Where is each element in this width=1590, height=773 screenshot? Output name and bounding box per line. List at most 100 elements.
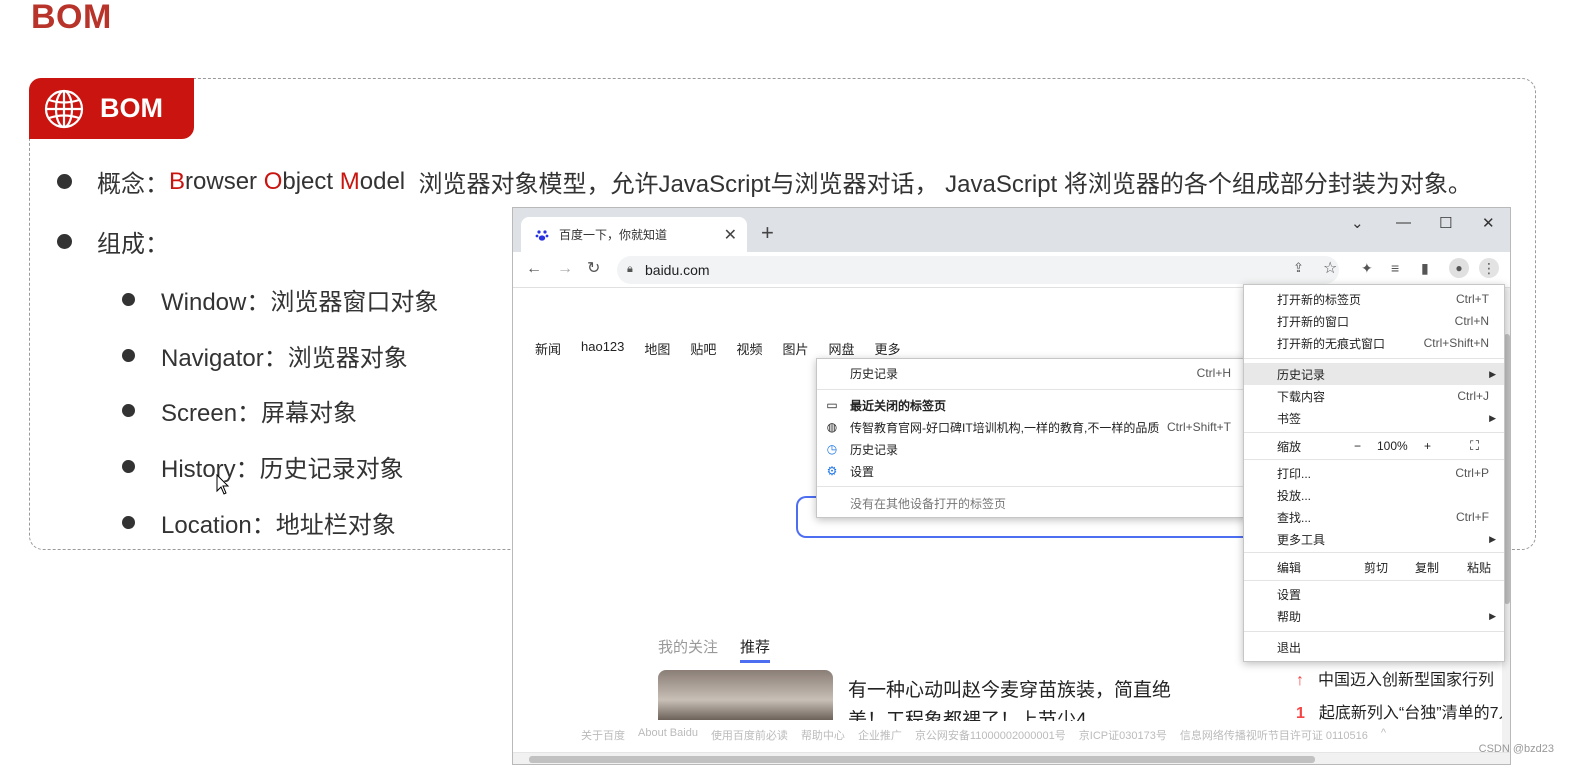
- bullet-dot: [122, 293, 135, 306]
- section-tab: BOM: [29, 78, 194, 139]
- cut-button[interactable]: 剪切: [1364, 559, 1388, 576]
- footer-link[interactable]: 京ICP证030173号: [1079, 727, 1167, 743]
- star-icon[interactable]: ☆: [1323, 261, 1337, 277]
- share-icon[interactable]: ⇪: [1293, 261, 1304, 274]
- concept-letter-o: O: [263, 167, 283, 195]
- minimize-button[interactable]: —: [1396, 214, 1411, 231]
- tab-search-icon[interactable]: ⌄: [1351, 214, 1364, 232]
- component-screen: Screen：屏幕对象: [161, 400, 358, 427]
- profile-icon[interactable]: ●: [1449, 258, 1469, 278]
- menu-item-more-tools[interactable]: 更多工具 ▶: [1244, 528, 1504, 550]
- concept-bullet: 概念： Browser Object Model 浏览器对象模型，允许JavaSc…: [57, 164, 1472, 199]
- menu-item-history[interactable]: 历史记录 ▶: [1244, 363, 1504, 385]
- close-tab-icon[interactable]: ✕: [724, 225, 737, 245]
- menu-separator: [817, 389, 1246, 390]
- submenu-arrow-icon: ▶: [1489, 610, 1496, 621]
- menu-icon[interactable]: ⋮: [1479, 258, 1499, 278]
- menu-item-exit[interactable]: 退出: [1244, 636, 1504, 658]
- extensions-icon[interactable]: ✦: [1361, 261, 1373, 275]
- history-entry-shortcut: Ctrl+Shift+T: [1166, 420, 1231, 434]
- footer-link[interactable]: About Baidu: [638, 727, 698, 743]
- menu-separator: [1244, 580, 1504, 581]
- paste-button[interactable]: 粘贴: [1467, 559, 1491, 576]
- section-label: BOM: [100, 93, 163, 123]
- reload-icon[interactable]: ↻: [587, 261, 600, 277]
- nav-news[interactable]: 新闻: [535, 339, 561, 358]
- window-icon: ▭: [826, 398, 838, 412]
- history-submenu: 历史记录 Ctrl+H ▭ 最近关闭的标签页 ◍ 传智教育官网-好口碑IT培训机…: [816, 358, 1247, 518]
- history-entry[interactable]: ◷ 历史记录: [817, 438, 1246, 460]
- history-entry[interactable]: ◍ 传智教育官网-好口碑IT培训机构,一样的教育,不一样的品质 Ctrl+Shi…: [817, 416, 1246, 438]
- lock-icon: 🔒︎: [627, 263, 633, 275]
- history-entry[interactable]: ⚙ 设置: [817, 460, 1246, 482]
- concept-word-odel: odel: [359, 167, 406, 195]
- concept-description: 浏览器对象模型，允许JavaScript与浏览器对话， JavaScript 将…: [405, 171, 1472, 198]
- submenu-arrow-icon: ▶: [1489, 533, 1496, 544]
- history-header-item[interactable]: 历史记录 Ctrl+H: [817, 362, 1246, 384]
- nav-images[interactable]: 图片: [782, 339, 808, 358]
- chevron-up-icon[interactable]: ^: [1381, 727, 1386, 743]
- news-thumbnail[interactable]: [658, 670, 833, 720]
- menu-item-help[interactable]: 帮助 ▶: [1244, 605, 1504, 627]
- menu-item-settings[interactable]: 设置: [1244, 583, 1504, 605]
- component-item: Navigator：浏览器对象: [122, 338, 408, 373]
- menu-item-print[interactable]: 打印... Ctrl+P: [1244, 462, 1504, 484]
- component-location: Location：地址栏对象: [161, 512, 396, 539]
- nav-video[interactable]: 视频: [736, 339, 762, 358]
- reading-list-icon[interactable]: ≡: [1391, 261, 1399, 275]
- nav-map[interactable]: 地图: [644, 339, 670, 358]
- footer-link[interactable]: 帮助中心: [801, 727, 845, 743]
- menu-item-incognito[interactable]: 打开新的无痕式窗口 Ctrl+Shift+N: [1244, 332, 1504, 354]
- nav-hao123[interactable]: hao123: [581, 339, 624, 358]
- hot-item[interactable]: 1 起底新列入“台独”清单的7人: [1296, 699, 1510, 723]
- forward-icon[interactable]: →: [557, 261, 573, 277]
- concept-letter-b: B: [169, 167, 186, 195]
- menu-separator: [817, 486, 1246, 487]
- bullet-dot: [122, 516, 135, 529]
- footer-link[interactable]: 信息网络传播视听节目许可证 0110516: [1180, 727, 1368, 743]
- side-panel-icon[interactable]: ▮: [1421, 261, 1429, 275]
- menu-item-bookmarks[interactable]: 书签 ▶: [1244, 407, 1504, 429]
- history-header-label: 历史记录: [850, 366, 899, 381]
- menu-item-find[interactable]: 查找... Ctrl+F: [1244, 506, 1504, 528]
- fullscreen-icon[interactable]: ⛶: [1470, 438, 1479, 454]
- news-headline[interactable]: 有一种心动叫赵今麦穿苗族装，简直绝美！工程象都裸了！上节少4: [848, 676, 1188, 721]
- component-navigator: Navigator：浏览器对象: [161, 345, 408, 372]
- scroll-thumb[interactable]: [529, 756, 1315, 763]
- maximize-button[interactable]: ☐: [1439, 214, 1452, 232]
- nav-pan[interactable]: 网盘: [828, 339, 854, 358]
- hot-top-icon: ↑: [1296, 672, 1304, 689]
- address-bar[interactable]: 🔒︎ baidu.com: [617, 256, 1339, 284]
- globe-icon: [44, 89, 84, 128]
- menu-item-new-window[interactable]: 打开新的窗口 Ctrl+N: [1244, 310, 1504, 332]
- hot-item[interactable]: ↑ 中国迈入创新型国家行列: [1296, 666, 1494, 690]
- menu-item-downloads[interactable]: 下载内容 Ctrl+J: [1244, 385, 1504, 407]
- bullet-dot: [122, 349, 135, 362]
- tab-recommended[interactable]: 推荐: [740, 636, 771, 663]
- nav-tieba[interactable]: 贴吧: [690, 339, 716, 358]
- zoom-out-button[interactable]: −: [1354, 439, 1361, 453]
- bullet-dot: [57, 174, 72, 189]
- back-icon[interactable]: ←: [526, 261, 542, 277]
- menu-separator: [1244, 459, 1504, 460]
- recently-closed-header: ▭ 最近关闭的标签页: [817, 394, 1246, 416]
- footer-link[interactable]: 京公网安备11000002000001号: [915, 727, 1066, 743]
- history-entry-label: 传智教育官网-好口碑IT培训机构,一样的教育,不一样的品质: [850, 420, 1160, 435]
- baidu-paw-icon: [535, 229, 549, 241]
- footer-link[interactable]: 关于百度: [581, 727, 625, 743]
- footer-link[interactable]: 企业推广: [858, 727, 902, 743]
- slide-title: BOM: [31, 0, 112, 36]
- nav-more[interactable]: 更多: [874, 339, 900, 358]
- horizontal-scrollbar[interactable]: [513, 752, 1510, 764]
- menu-item-cast[interactable]: 投放...: [1244, 484, 1504, 506]
- new-tab-button[interactable]: +: [761, 222, 774, 244]
- close-window-button[interactable]: ✕: [1482, 214, 1495, 232]
- tab-following[interactable]: 我的关注: [658, 636, 718, 663]
- zoom-in-button[interactable]: +: [1424, 439, 1431, 453]
- hot-rank: 1: [1296, 705, 1305, 722]
- menu-item-new-tab[interactable]: 打开新的标签页 Ctrl+T: [1244, 288, 1504, 310]
- chrome-main-menu: 打开新的标签页 Ctrl+T 打开新的窗口 Ctrl+N 打开新的无痕式窗口 Ctrl…: [1243, 284, 1505, 662]
- footer-link[interactable]: 使用百度前必读: [711, 727, 788, 743]
- copy-button[interactable]: 复制: [1415, 559, 1439, 576]
- browser-tab[interactable]: 百度一下，你就知道 ✕: [521, 217, 747, 252]
